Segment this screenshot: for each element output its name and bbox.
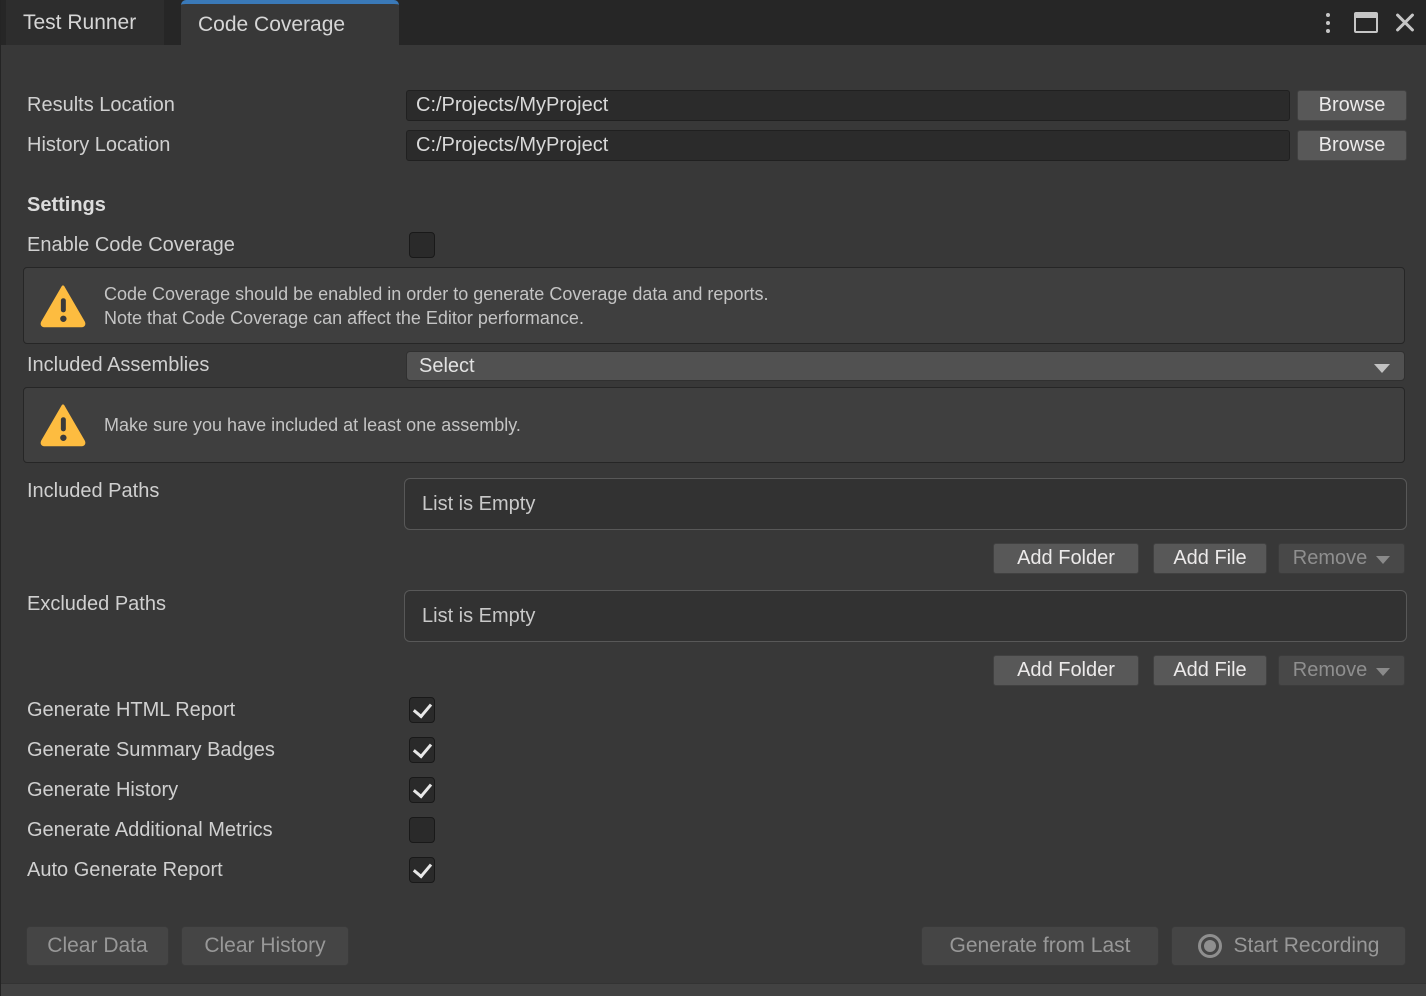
start-recording-button[interactable]: Start Recording — [1171, 926, 1406, 966]
record-circle-icon — [1198, 934, 1222, 958]
auto-generate-report-label: Auto Generate Report — [27, 859, 223, 882]
included-paths-label: Included Paths — [27, 480, 159, 503]
included-paths-empty-text: List is Empty — [422, 493, 535, 516]
warning-line: Note that Code Coverage can affect the E… — [104, 306, 768, 330]
auto-generate-report-checkbox[interactable] — [409, 857, 435, 883]
close-icon[interactable] — [1394, 12, 1416, 34]
generate-history-label: Generate History — [27, 779, 178, 802]
excluded-paths-list[interactable]: List is Empty — [404, 590, 1407, 642]
included-assemblies-value: Select — [419, 355, 475, 378]
warning-line: Code Coverage should be enabled in order… — [104, 282, 768, 306]
included-paths-list[interactable]: List is Empty — [404, 478, 1407, 530]
chevron-down-icon — [1376, 556, 1390, 564]
clear-data-label: Clear Data — [47, 934, 147, 958]
chevron-down-icon — [1376, 668, 1390, 676]
clear-data-button[interactable]: Clear Data — [26, 926, 169, 966]
generate-from-last-button[interactable]: Generate from Last — [921, 926, 1159, 966]
excluded-paths-label: Excluded Paths — [27, 593, 166, 616]
tab-bar: Test Runner Code Coverage — [1, 0, 1426, 45]
tab-test-runner-label: Test Runner — [23, 11, 136, 35]
code-coverage-window: Test Runner Code Coverage Results Locati… — [0, 0, 1426, 996]
clear-history-label: Clear History — [204, 934, 325, 958]
excluded-paths-empty-text: List is Empty — [422, 605, 535, 628]
generate-from-last-label: Generate from Last — [950, 934, 1131, 958]
excluded-remove-button[interactable]: Remove — [1278, 655, 1405, 686]
assemblies-warning: Make sure you have included at least one… — [23, 387, 1405, 463]
enable-code-coverage-label: Enable Code Coverage — [27, 234, 235, 257]
excluded-remove-label: Remove — [1293, 659, 1367, 682]
maximize-icon[interactable] — [1354, 12, 1378, 33]
generate-html-report-label: Generate HTML Report — [27, 699, 235, 722]
chevron-down-icon — [1374, 364, 1390, 373]
generate-history-checkbox[interactable] — [409, 777, 435, 803]
warning-triangle-icon — [40, 403, 86, 447]
tab-code-coverage-label: Code Coverage — [198, 13, 345, 37]
start-recording-label: Start Recording — [1234, 934, 1380, 958]
settings-header: Settings — [27, 194, 106, 217]
kebab-menu-icon[interactable] — [1318, 9, 1338, 37]
enable-code-coverage-checkbox[interactable] — [409, 232, 435, 258]
results-browse-button[interactable]: Browse — [1297, 90, 1407, 121]
generate-additional-metrics-checkbox[interactable] — [409, 817, 435, 843]
generate-summary-badges-checkbox[interactable] — [409, 737, 435, 763]
warning-line: Make sure you have included at least one… — [104, 413, 521, 437]
window-controls — [1318, 0, 1416, 45]
history-location-input[interactable]: C:/Projects/MyProject — [406, 130, 1290, 161]
excluded-add-folder-button[interactable]: Add Folder — [993, 655, 1139, 686]
clear-history-button[interactable]: Clear History — [181, 926, 349, 966]
enable-coverage-warning: Code Coverage should be enabled in order… — [23, 267, 1405, 344]
included-remove-label: Remove — [1293, 547, 1367, 570]
included-add-file-button[interactable]: Add File — [1153, 543, 1267, 574]
tab-test-runner[interactable]: Test Runner — [6, 0, 164, 45]
warning-triangle-icon — [40, 284, 86, 328]
results-location-input[interactable]: C:/Projects/MyProject — [406, 90, 1290, 121]
history-location-label: History Location — [27, 134, 170, 157]
tab-code-coverage[interactable]: Code Coverage — [181, 0, 399, 45]
included-assemblies-label: Included Assemblies — [27, 354, 209, 377]
history-browse-button[interactable]: Browse — [1297, 130, 1407, 161]
included-remove-button[interactable]: Remove — [1278, 543, 1405, 574]
generate-summary-badges-label: Generate Summary Badges — [27, 739, 275, 762]
included-add-folder-button[interactable]: Add Folder — [993, 543, 1139, 574]
excluded-add-file-button[interactable]: Add File — [1153, 655, 1267, 686]
window-bottom-edge — [1, 983, 1426, 996]
generate-additional-metrics-label: Generate Additional Metrics — [27, 819, 273, 842]
results-location-label: Results Location — [27, 94, 175, 117]
generate-html-report-checkbox[interactable] — [409, 697, 435, 723]
included-assemblies-dropdown[interactable]: Select — [406, 351, 1405, 381]
